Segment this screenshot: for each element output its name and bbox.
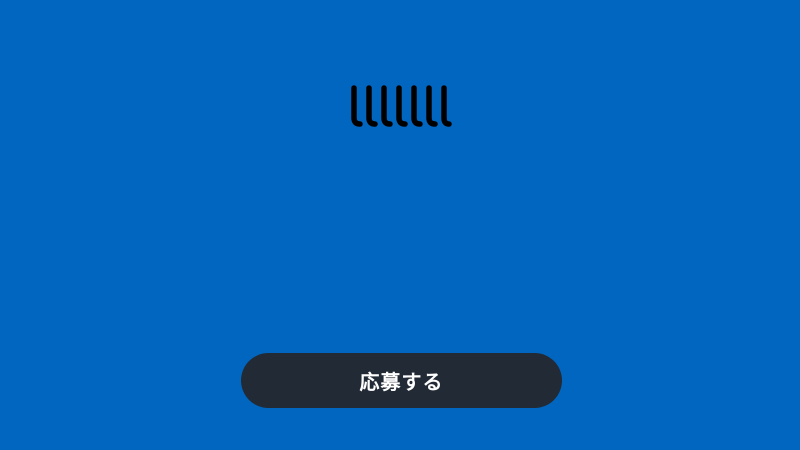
logo-stroke bbox=[441, 85, 452, 127]
apply-button[interactable]: 応募する bbox=[241, 353, 562, 408]
striped-logo-icon bbox=[350, 84, 452, 128]
striped-logo-svg bbox=[351, 85, 452, 127]
logo-stroke bbox=[381, 85, 393, 127]
logo-stroke bbox=[351, 85, 363, 127]
screen: 応募する bbox=[0, 0, 800, 450]
logo-stroke bbox=[366, 85, 378, 127]
logo-stroke bbox=[411, 85, 423, 127]
logo-stroke bbox=[396, 85, 408, 127]
apply-button-label: 応募する bbox=[359, 370, 444, 394]
logo-stroke bbox=[426, 85, 438, 127]
